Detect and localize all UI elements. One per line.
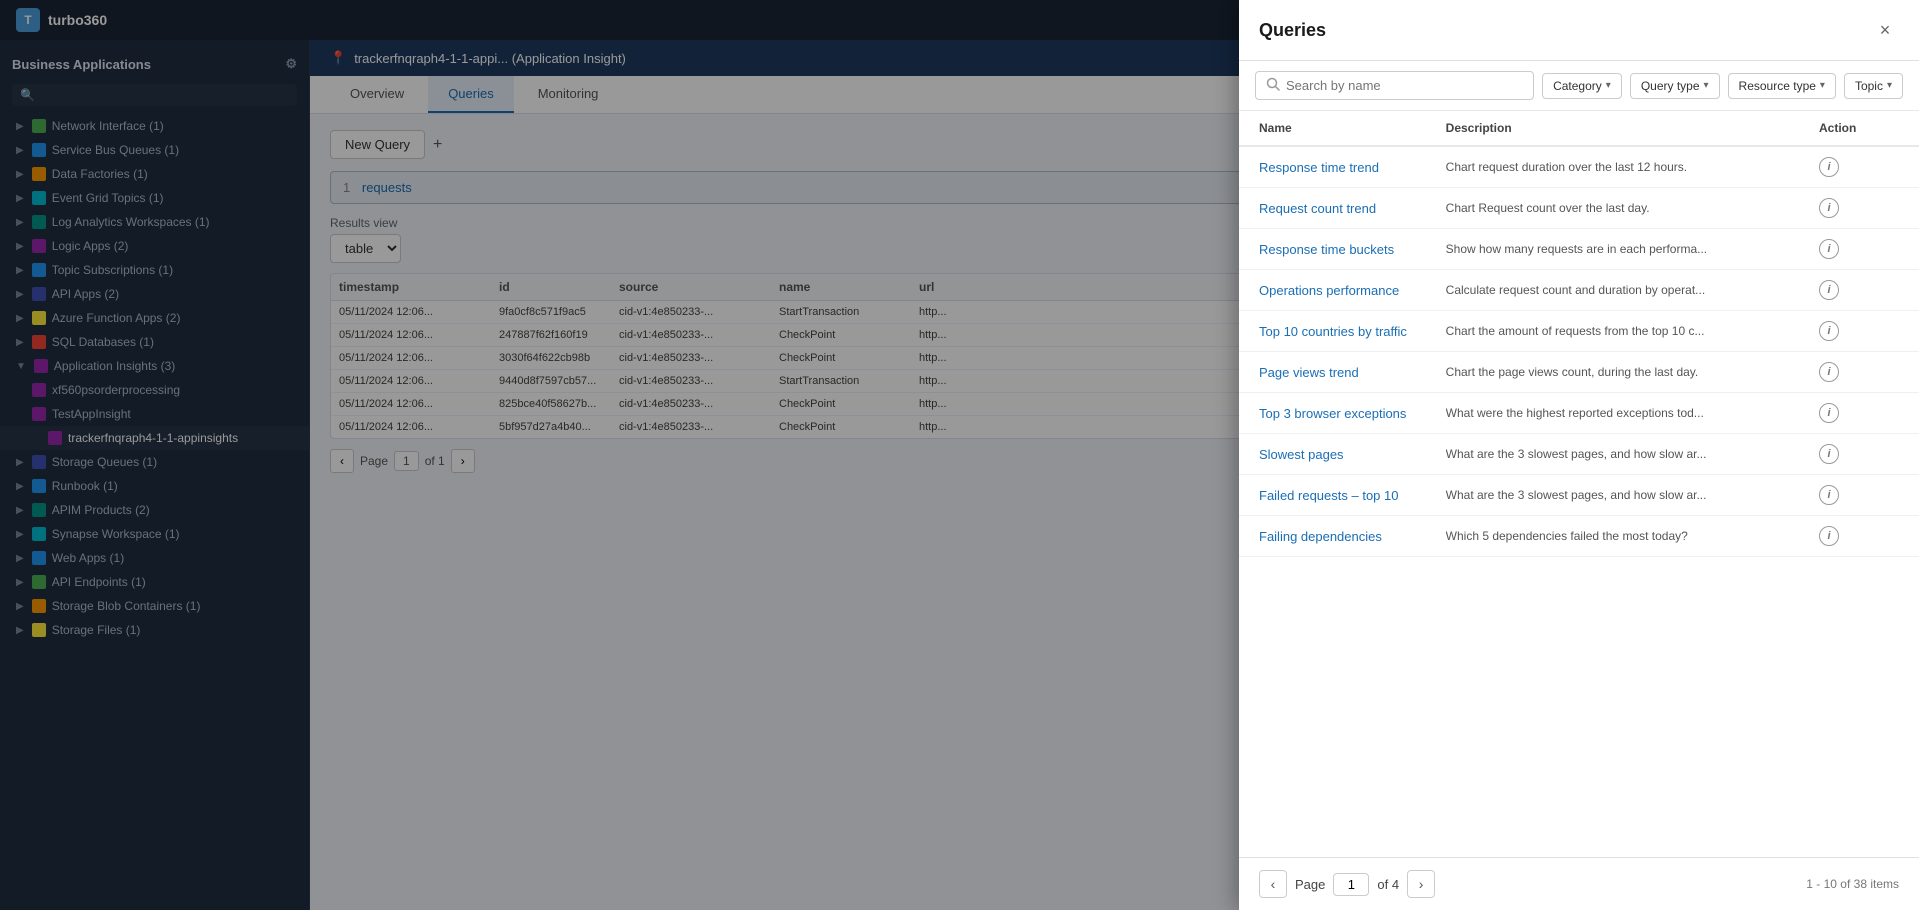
search-box[interactable] <box>1255 71 1534 100</box>
info-button[interactable]: i <box>1819 280 1839 300</box>
topic-filter[interactable]: Topic ▾ <box>1844 73 1903 99</box>
query-row-operations-performance: Operations performance Calculate request… <box>1239 270 1919 311</box>
query-description: What are the 3 slowest pages, and how sl… <box>1446 447 1819 461</box>
query-row-failing-dependencies: Failing dependencies Which 5 dependencie… <box>1239 516 1919 557</box>
col-description: Description <box>1446 121 1819 135</box>
query-name-link[interactable]: Top 3 browser exceptions <box>1259 406 1446 421</box>
page-number-input[interactable] <box>1333 873 1369 896</box>
query-type-label: Query type <box>1641 79 1700 93</box>
action-cell: i <box>1819 198 1899 218</box>
query-row-top10-countries: Top 10 countries by traffic Chart the am… <box>1239 311 1919 352</box>
chevron-down-icon: ▾ <box>1704 80 1709 91</box>
modal-table: Name Description Action Response time tr… <box>1239 111 1919 857</box>
info-button[interactable]: i <box>1819 198 1839 218</box>
info-button[interactable]: i <box>1819 239 1839 259</box>
action-cell: i <box>1819 485 1899 505</box>
query-row-failed-requests-top10: Failed requests – top 10 What are the 3 … <box>1239 475 1919 516</box>
info-button[interactable]: i <box>1819 157 1839 177</box>
query-description: Chart the amount of requests from the to… <box>1446 324 1819 338</box>
modal-close-button[interactable]: × <box>1871 16 1899 44</box>
modal-title: Queries <box>1259 20 1326 41</box>
action-cell: i <box>1819 526 1899 546</box>
info-button[interactable]: i <box>1819 321 1839 341</box>
query-name-link[interactable]: Slowest pages <box>1259 447 1446 462</box>
col-name: Name <box>1259 121 1446 135</box>
footer-pagination: ‹ Page of 4 › <box>1259 870 1435 898</box>
info-button[interactable]: i <box>1819 526 1839 546</box>
info-button[interactable]: i <box>1819 485 1839 505</box>
query-row-page-views-trend: Page views trend Chart the page views co… <box>1239 352 1919 393</box>
query-row-response-time-trend: Response time trend Chart request durati… <box>1239 147 1919 188</box>
prev-page-button[interactable]: ‹ <box>1259 870 1287 898</box>
query-description: Chart Request count over the last day. <box>1446 201 1819 215</box>
action-cell: i <box>1819 362 1899 382</box>
info-button[interactable]: i <box>1819 444 1839 464</box>
action-cell: i <box>1819 239 1899 259</box>
query-row-top3-browser-exceptions: Top 3 browser exceptions What were the h… <box>1239 393 1919 434</box>
modal-header: Queries × <box>1239 0 1919 61</box>
resource-type-label: Resource type <box>1739 79 1816 93</box>
query-description: Calculate request count and duration by … <box>1446 283 1819 297</box>
table-column-headers: Name Description Action <box>1239 111 1919 147</box>
total-items-label: 1 - 10 of 38 items <box>1806 877 1899 891</box>
action-cell: i <box>1819 157 1899 177</box>
modal-toolbar: Category ▾ Query type ▾ Resource type ▾ … <box>1239 61 1919 111</box>
query-name-link[interactable]: Top 10 countries by traffic <box>1259 324 1446 339</box>
chevron-down-icon: ▾ <box>1606 80 1611 91</box>
query-description: Which 5 dependencies failed the most tod… <box>1446 529 1819 543</box>
info-button[interactable]: i <box>1819 403 1839 423</box>
info-button[interactable]: i <box>1819 362 1839 382</box>
action-cell: i <box>1819 403 1899 423</box>
query-name-link[interactable]: Failed requests – top 10 <box>1259 488 1446 503</box>
queries-modal: Queries × Category ▾ Query type ▾ Resour… <box>1239 0 1919 910</box>
query-row-response-time-buckets: Response time buckets Show how many requ… <box>1239 229 1919 270</box>
query-name-link[interactable]: Page views trend <box>1259 365 1446 380</box>
modal-footer: ‹ Page of 4 › 1 - 10 of 38 items <box>1239 857 1919 910</box>
query-description: Show how many requests are in each perfo… <box>1446 242 1819 256</box>
query-row-slowest-pages: Slowest pages What are the 3 slowest pag… <box>1239 434 1919 475</box>
action-cell: i <box>1819 280 1899 300</box>
category-filter[interactable]: Category ▾ <box>1542 73 1622 99</box>
chevron-down-icon: ▾ <box>1820 80 1825 91</box>
query-name-link[interactable]: Request count trend <box>1259 201 1446 216</box>
action-cell: i <box>1819 321 1899 341</box>
chevron-down-icon: ▾ <box>1887 80 1892 91</box>
resource-type-filter[interactable]: Resource type ▾ <box>1728 73 1836 99</box>
query-description: What were the highest reported exception… <box>1446 406 1819 420</box>
col-action: Action <box>1819 121 1899 135</box>
next-page-button[interactable]: › <box>1407 870 1435 898</box>
query-name-link[interactable]: Operations performance <box>1259 283 1446 298</box>
query-description: Chart the page views count, during the l… <box>1446 365 1819 379</box>
query-name-link[interactable]: Response time buckets <box>1259 242 1446 257</box>
page-label: Page <box>1295 877 1325 892</box>
category-label: Category <box>1553 79 1602 93</box>
of-label: of 4 <box>1377 877 1399 892</box>
query-type-filter[interactable]: Query type ▾ <box>1630 73 1720 99</box>
query-description: What are the 3 slowest pages, and how sl… <box>1446 488 1819 502</box>
topic-label: Topic <box>1855 79 1883 93</box>
query-name-link[interactable]: Response time trend <box>1259 160 1446 175</box>
action-cell: i <box>1819 444 1899 464</box>
search-input[interactable] <box>1286 78 1523 93</box>
query-description: Chart request duration over the last 12 … <box>1446 160 1819 174</box>
query-name-link[interactable]: Failing dependencies <box>1259 529 1446 544</box>
query-row-request-count-trend: Request count trend Chart Request count … <box>1239 188 1919 229</box>
search-icon <box>1266 77 1280 94</box>
